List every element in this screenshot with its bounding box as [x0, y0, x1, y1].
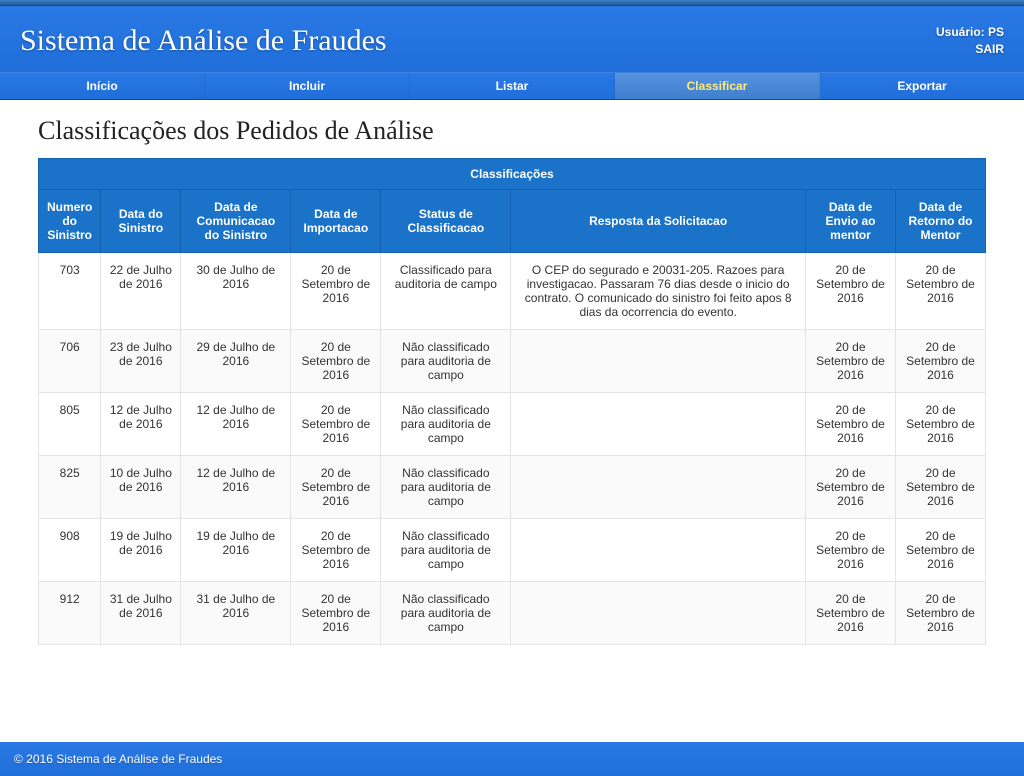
footer-text: © 2016 Sistema de Análise de Fraudes: [14, 752, 222, 766]
cell-data_comunicacao: 30 de Julho de 2016: [181, 253, 291, 330]
cell-data_envio: 20 de Setembro de 2016: [806, 330, 896, 393]
classifications-table: Classificações Numero do SinistroData do…: [38, 158, 986, 645]
app-title: Sistema de Análise de Fraudes: [20, 24, 387, 58]
cell-data_importacao: 20 de Setembro de 2016: [291, 253, 381, 330]
cell-numero: 805: [39, 393, 101, 456]
cell-status: Não classificado para auditoria de campo: [381, 456, 511, 519]
app-footer: © 2016 Sistema de Análise de Fraudes: [0, 742, 1024, 776]
cell-data_comunicacao: 12 de Julho de 2016: [181, 393, 291, 456]
cell-data_importacao: 20 de Setembro de 2016: [291, 582, 381, 645]
cell-resposta: [511, 330, 806, 393]
cell-status: Não classificado para auditoria de campo: [381, 582, 511, 645]
app-header: Sistema de Análise de Fraudes Usuário: P…: [0, 6, 1024, 72]
cell-data_sinistro: 23 de Julho de 2016: [101, 330, 181, 393]
cell-data_retorno: 20 de Setembro de 2016: [896, 519, 986, 582]
table-row: 80512 de Julho de 201612 de Julho de 201…: [39, 393, 986, 456]
cell-resposta: [511, 456, 806, 519]
cell-status: Não classificado para auditoria de campo: [381, 330, 511, 393]
column-header: Data do Sinistro: [101, 190, 181, 253]
cell-data_retorno: 20 de Setembro de 2016: [896, 456, 986, 519]
cell-data_envio: 20 de Setembro de 2016: [806, 393, 896, 456]
cell-numero: 908: [39, 519, 101, 582]
logout-link[interactable]: SAIR: [975, 42, 1004, 56]
cell-data_comunicacao: 12 de Julho de 2016: [181, 456, 291, 519]
table-row: 70322 de Julho de 201630 de Julho de 201…: [39, 253, 986, 330]
column-header: Data de Importacao: [291, 190, 381, 253]
cell-data_importacao: 20 de Setembro de 2016: [291, 330, 381, 393]
cell-data_importacao: 20 de Setembro de 2016: [291, 456, 381, 519]
nav-tab-exportar[interactable]: Exportar: [820, 73, 1024, 99]
cell-data_sinistro: 10 de Julho de 2016: [101, 456, 181, 519]
column-header: Resposta da Solicitacao: [511, 190, 806, 253]
column-header: Data de Envio ao mentor: [806, 190, 896, 253]
cell-data_importacao: 20 de Setembro de 2016: [291, 393, 381, 456]
cell-data_sinistro: 12 de Julho de 2016: [101, 393, 181, 456]
cell-numero: 825: [39, 456, 101, 519]
cell-resposta: [511, 519, 806, 582]
cell-status: Classificado para auditoria de campo: [381, 253, 511, 330]
page-title: Classificações dos Pedidos de Análise: [38, 116, 986, 146]
nav-tab-classificar[interactable]: Classificar: [615, 73, 820, 99]
cell-data_retorno: 20 de Setembro de 2016: [896, 330, 986, 393]
cell-data_retorno: 20 de Setembro de 2016: [896, 253, 986, 330]
cell-data_sinistro: 31 de Julho de 2016: [101, 582, 181, 645]
nav-tab-listar[interactable]: Listar: [410, 73, 615, 99]
cell-resposta: O CEP do segurado e 20031-205. Razoes pa…: [511, 253, 806, 330]
cell-data_envio: 20 de Setembro de 2016: [806, 456, 896, 519]
cell-data_retorno: 20 de Setembro de 2016: [896, 393, 986, 456]
table-row: 91231 de Julho de 201631 de Julho de 201…: [39, 582, 986, 645]
column-header: Data de Retorno do Mentor: [896, 190, 986, 253]
cell-data_envio: 20 de Setembro de 2016: [806, 582, 896, 645]
nav-tab-início[interactable]: Início: [0, 73, 205, 99]
cell-status: Não classificado para auditoria de campo: [381, 393, 511, 456]
user-box: Usuário: PS SAIR: [936, 24, 1004, 58]
table-row: 90819 de Julho de 201619 de Julho de 201…: [39, 519, 986, 582]
cell-data_importacao: 20 de Setembro de 2016: [291, 519, 381, 582]
cell-data_sinistro: 19 de Julho de 2016: [101, 519, 181, 582]
cell-data_comunicacao: 29 de Julho de 2016: [181, 330, 291, 393]
column-header: Status de Classificacao: [381, 190, 511, 253]
column-header: Numero do Sinistro: [39, 190, 101, 253]
column-header: Data de Comunicacao do Sinistro: [181, 190, 291, 253]
table-caption: Classificações: [39, 159, 986, 190]
table-row: 70623 de Julho de 201629 de Julho de 201…: [39, 330, 986, 393]
nav-tab-incluir[interactable]: Incluir: [205, 73, 410, 99]
cell-data_sinistro: 22 de Julho de 2016: [101, 253, 181, 330]
content-area: Classificações dos Pedidos de Análise Cl…: [0, 100, 1024, 742]
cell-data_comunicacao: 31 de Julho de 2016: [181, 582, 291, 645]
cell-status: Não classificado para auditoria de campo: [381, 519, 511, 582]
cell-numero: 912: [39, 582, 101, 645]
cell-resposta: [511, 393, 806, 456]
table-row: 82510 de Julho de 201612 de Julho de 201…: [39, 456, 986, 519]
user-label: Usuário: PS: [936, 24, 1004, 41]
cell-data_envio: 20 de Setembro de 2016: [806, 253, 896, 330]
cell-numero: 703: [39, 253, 101, 330]
cell-numero: 706: [39, 330, 101, 393]
main-nav: InícioIncluirListarClassificarExportar: [0, 72, 1024, 100]
cell-resposta: [511, 582, 806, 645]
cell-data_comunicacao: 19 de Julho de 2016: [181, 519, 291, 582]
cell-data_envio: 20 de Setembro de 2016: [806, 519, 896, 582]
cell-data_retorno: 20 de Setembro de 2016: [896, 582, 986, 645]
